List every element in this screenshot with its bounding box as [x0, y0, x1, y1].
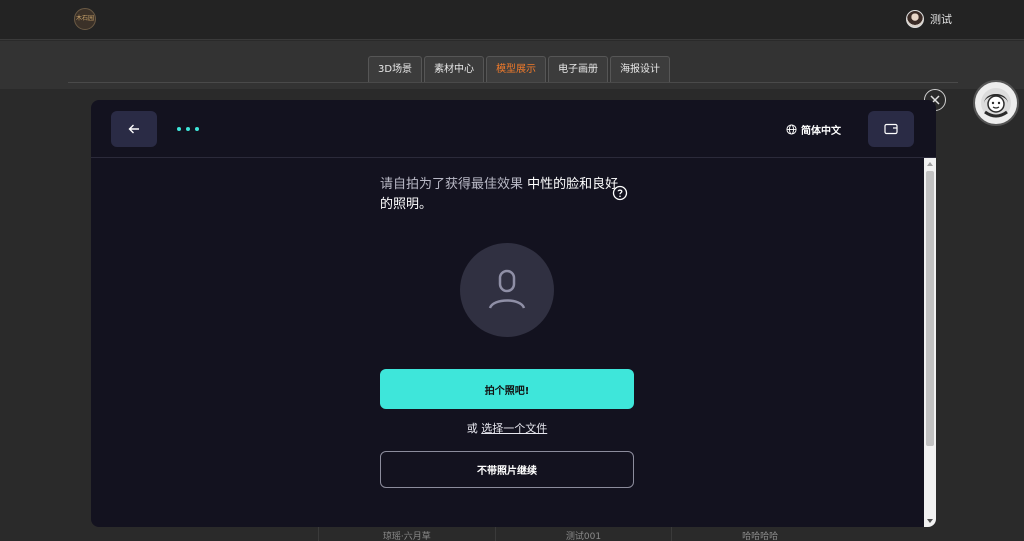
question-icon[interactable]	[612, 185, 628, 201]
scroll-up-arrow[interactable]	[924, 158, 936, 170]
take-photo-button[interactable]: 拍个照吧!	[380, 369, 634, 409]
user-avatar[interactable]	[906, 10, 924, 28]
scroll-down-arrow[interactable]	[924, 515, 936, 527]
user-name[interactable]: 测试	[930, 11, 952, 27]
tab-e-album[interactable]: 电子画册	[548, 56, 609, 82]
top-header: 木石园 测试	[0, 0, 1024, 40]
arrow-left-icon	[128, 124, 139, 134]
choose-file-row: 或 选择一个文件	[380, 420, 634, 436]
tab-asset-center[interactable]: 素材中心	[424, 56, 485, 82]
instruction-muted: 请自拍为了获得最佳效果	[380, 177, 524, 192]
assistant-face-icon	[981, 88, 1011, 118]
user-icon	[488, 269, 526, 309]
modal-header: 简体中文	[91, 100, 936, 158]
globe-icon	[786, 124, 797, 135]
scrollbar-thumb[interactable]	[926, 171, 934, 446]
back-button[interactable]	[111, 111, 157, 147]
continue-without-photo-button[interactable]: 不带照片继续	[380, 451, 634, 488]
table-cell: 琼瑶·六月草	[318, 526, 495, 541]
chevron-up-icon	[927, 162, 933, 166]
avatar-creator-modal: 简体中文 请自拍为了获得最佳效果 中性的脸和良好的照明。 拍个照吧! 或 选择一…	[91, 100, 936, 527]
chevron-down-icon	[927, 519, 933, 523]
or-label: 或	[466, 422, 482, 435]
table-row: 琼瑶·六月草 测试001 哈哈哈哈	[318, 526, 848, 541]
photo-placeholder	[460, 243, 554, 337]
tab-3d-scene[interactable]: 3D场景	[368, 56, 423, 82]
table-cell: 测试001	[494, 526, 672, 541]
language-label: 简体中文	[801, 126, 841, 137]
more-dots-icon[interactable]	[177, 122, 199, 136]
scrollbar[interactable]	[924, 158, 936, 527]
language-selector[interactable]: 简体中文	[786, 122, 841, 137]
choose-file-link[interactable]: 选择一个文件	[481, 422, 547, 435]
logo[interactable]: 木石园	[74, 8, 96, 30]
tab-model-showcase[interactable]: 模型展示	[486, 56, 547, 82]
tab-poster-design[interactable]: 海报设计	[610, 56, 671, 82]
wallet-button[interactable]	[868, 111, 914, 147]
wallet-icon	[884, 123, 898, 135]
user-menu[interactable]: 测试	[906, 10, 952, 28]
assistant-avatar[interactable]	[973, 80, 1019, 126]
main-tabs: 3D场景 素材中心 模型展示 电子画册 海报设计	[368, 56, 671, 82]
table-cell: 哈哈哈哈	[671, 526, 848, 541]
selfie-instructions: 请自拍为了获得最佳效果 中性的脸和良好的照明。	[380, 175, 620, 215]
